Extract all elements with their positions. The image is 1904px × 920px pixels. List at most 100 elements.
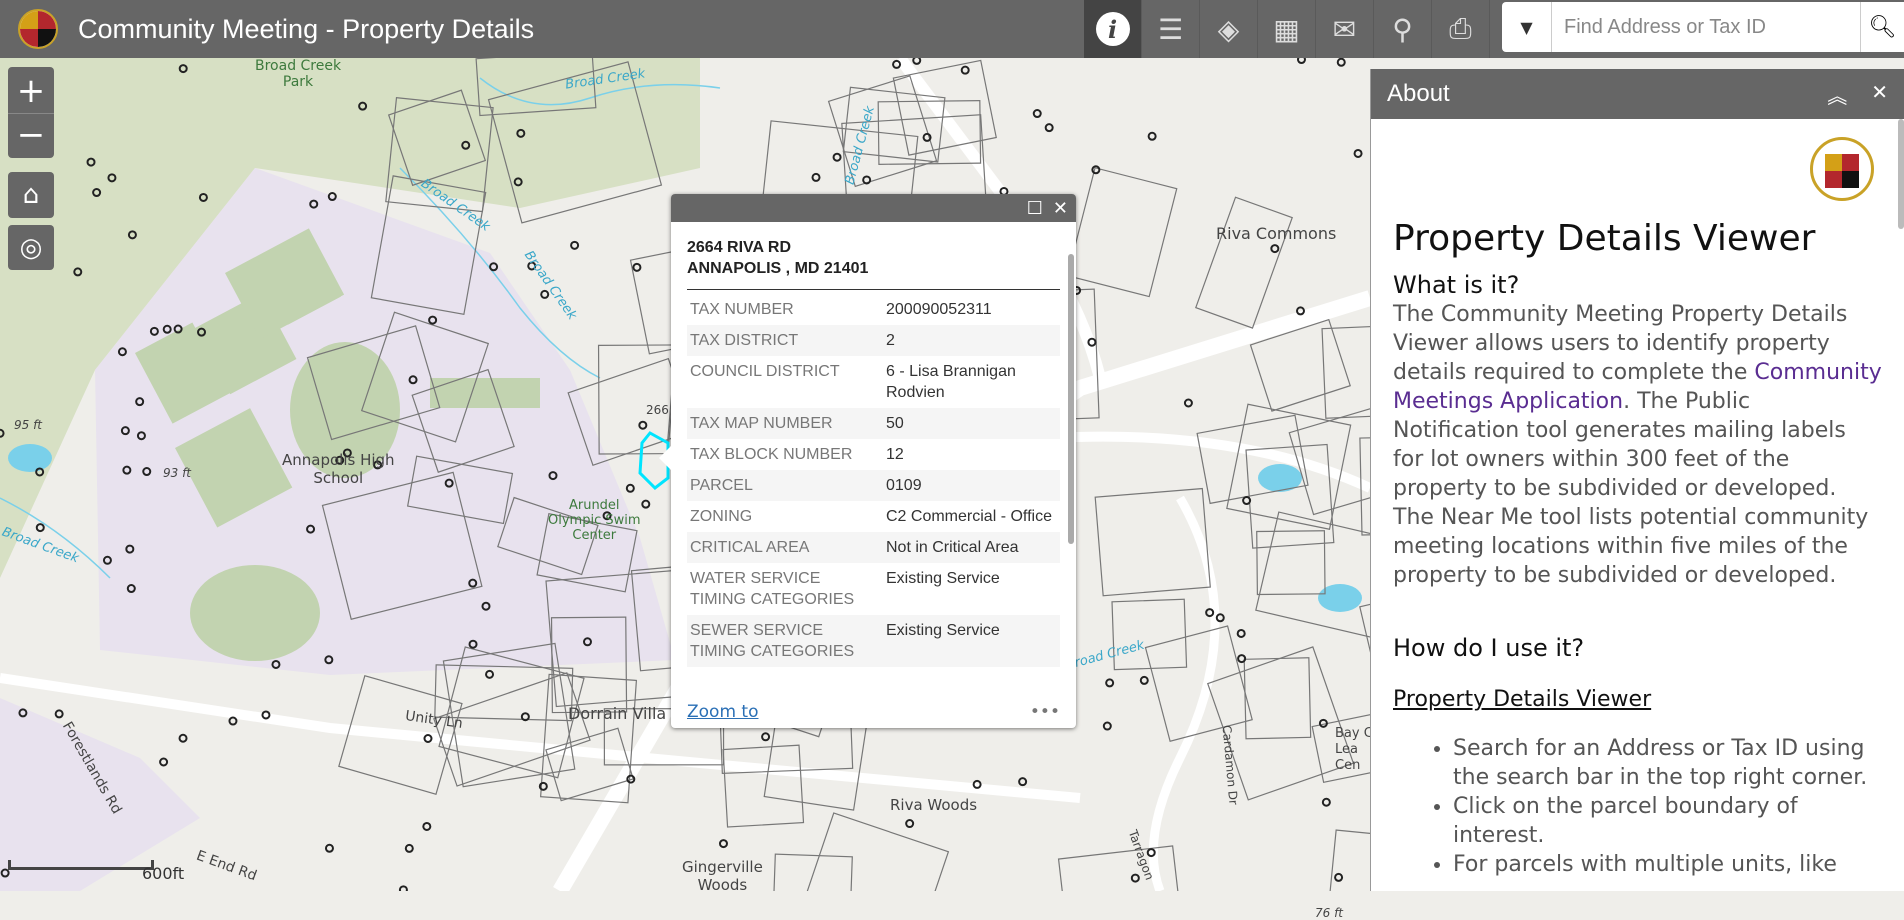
address-point [905, 819, 915, 829]
toolbar: i ☰ ◈ ▦ ✉ ⚲ ⎙ [1084, 0, 1490, 58]
zoom-in-button[interactable]: + [8, 69, 54, 113]
map-label-school: Annapolis High School [282, 451, 395, 487]
county-seal-image [1810, 137, 1874, 201]
home-button[interactable]: ⌂ [8, 172, 54, 218]
list-item: Click on the parcel boundary of interest… [1453, 792, 1882, 850]
address-point [1032, 109, 1042, 119]
address-point [1102, 721, 1112, 731]
about-panel-body: Property Details Viewer What is it? The … [1371, 119, 1904, 891]
address-point [398, 885, 408, 891]
address-point [832, 152, 842, 162]
address-point [641, 499, 651, 509]
attribute-value: 200090052311 [886, 301, 992, 318]
address-point [912, 58, 922, 65]
near-me-button[interactable]: ⚲ [1374, 0, 1432, 58]
how-heading: How do I use it? [1393, 634, 1585, 662]
address-point [1334, 872, 1344, 882]
attribute-value: C2 Commercial - Office [886, 508, 1052, 525]
address-point [1270, 244, 1280, 254]
search-source-dropdown[interactable]: ▼ [1502, 2, 1552, 52]
search-widget: ▼ 🔍︎ [1502, 2, 1904, 52]
attribute-name: TAX BLOCK NUMBER [690, 446, 853, 463]
close-icon[interactable]: ✕ [1871, 80, 1888, 109]
public-notification-button[interactable]: ✉ [1316, 0, 1374, 58]
address-point [159, 757, 169, 767]
zoom-controls: + − [8, 67, 54, 158]
map-label-bay: Bay C Lea Cen [1335, 726, 1373, 773]
address-point [404, 843, 414, 853]
address-point [625, 483, 635, 493]
attribute-name: PARCEL [690, 477, 753, 494]
scale-label: 600ft [142, 864, 185, 883]
address-point [422, 821, 432, 831]
more-actions-button[interactable]: ••• [1030, 702, 1060, 722]
collapse-icon[interactable]: ︽ [1827, 80, 1847, 109]
address-point [1130, 873, 1140, 883]
address-point [1044, 123, 1054, 133]
parcel-boundary [1195, 196, 1293, 329]
map-label-elevation: 93 ft [163, 466, 192, 480]
attribute-row: TAX MAP NUMBER 50 [687, 408, 1060, 439]
what-description: The Community Meeting Property Details V… [1393, 300, 1882, 590]
parcel-boundary [771, 853, 853, 891]
address-point [632, 262, 642, 272]
attribute-value: 12 [886, 446, 904, 463]
map-label-park: Broad Creek Park [255, 58, 342, 90]
attribute-name: TAX MAP NUMBER [690, 415, 833, 432]
track [190, 565, 320, 661]
maximize-icon[interactable]: ☐ [1027, 198, 1043, 219]
address-point [570, 240, 580, 250]
address-point [1236, 628, 1246, 638]
near-me-icon: ⚲ [1392, 12, 1413, 46]
attribute-row: ZONING C2 Commercial - Office [687, 501, 1060, 532]
attribute-name: TAX DISTRICT [690, 332, 799, 349]
info-icon: i [1095, 12, 1130, 46]
address-point [1353, 148, 1363, 158]
print-button[interactable]: ⎙ [1432, 0, 1490, 58]
description-text: . The Public Notification tool generates… [1393, 389, 1869, 588]
caret-down-icon: ▼ [1520, 17, 1533, 37]
mail-icon: ✉ [1332, 12, 1357, 46]
address-line2: ANNAPOLIS , MD 21401 [687, 260, 869, 277]
what-heading: What is it? [1393, 271, 1520, 299]
search-input[interactable] [1552, 2, 1860, 52]
steps-list: Search for an Address or Tax ID using th… [1453, 734, 1882, 879]
zoom-to-link[interactable]: Zoom to [687, 702, 758, 722]
address-point [1321, 797, 1331, 807]
map-label-address-number: 266 [646, 403, 669, 417]
close-icon[interactable]: ✕ [1053, 198, 1068, 219]
map-label-swim-center: Arundel Olympic Swim Center [548, 498, 641, 543]
attribute-value: 6 - Lisa Brannigan Rodvien [886, 363, 1016, 401]
about-panel-title: About [1387, 80, 1450, 107]
address-point [228, 716, 238, 726]
zoom-out-button[interactable]: − [8, 112, 54, 157]
address-point [718, 839, 728, 849]
search-button[interactable]: 🔍︎ [1860, 2, 1904, 52]
parcel-boundary [1111, 598, 1188, 671]
map-label-riva-commons: Riva Commons [1216, 224, 1337, 243]
property-popup: ☐ ✕ 2664 RIVA RD ANNAPOLIS , MD 21401 TA… [659, 194, 1076, 728]
popup-scrollbar[interactable] [1068, 254, 1074, 544]
search-icon: 🔍︎ [1868, 14, 1897, 40]
legend-button[interactable]: ☰ [1142, 0, 1200, 58]
address-point [1105, 678, 1115, 688]
basemap-gallery-button[interactable]: ▦ [1258, 0, 1316, 58]
popup-address: 2664 RIVA RD ANNAPOLIS , MD 21401 [687, 232, 1060, 290]
about-scrollbar[interactable] [1898, 119, 1904, 229]
layers-icon: ◈ [1217, 12, 1240, 46]
attribute-name: TAX NUMBER [690, 301, 794, 318]
app-title: Community Meeting - Property Details [78, 13, 535, 44]
parcel-boundary [1243, 657, 1312, 740]
layers-button[interactable]: ◈ [1200, 0, 1258, 58]
attribute-row: TAX DISTRICT 2 [687, 325, 1060, 356]
pond [8, 444, 52, 472]
locate-button[interactable]: ◎ [8, 225, 54, 270]
address-point [638, 420, 648, 430]
parcel-boundary [1066, 167, 1178, 298]
attribute-row: TAX NUMBER 200090052311 [687, 294, 1060, 325]
address-point [485, 669, 495, 679]
popup-body: 2664 RIVA RD ANNAPOLIS , MD 21401 TAX NU… [671, 222, 1076, 692]
address-point [960, 65, 970, 75]
about-button[interactable]: i [1084, 0, 1142, 58]
basemap-gallery-icon: ▦ [1273, 12, 1300, 46]
